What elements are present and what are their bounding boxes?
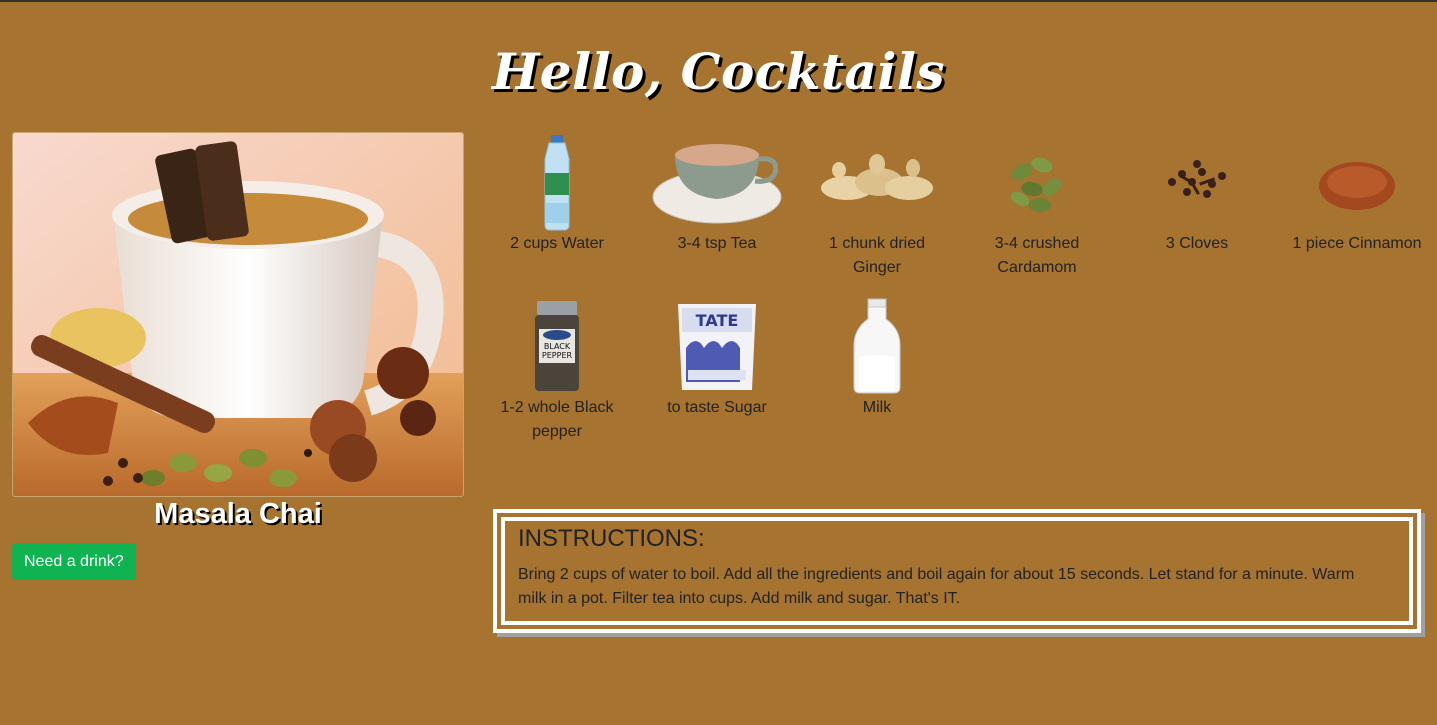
sugar-box-icon: TATE <box>637 296 797 396</box>
tea-cup-icon <box>637 132 797 232</box>
ingredient-item: 3 Cloves <box>1117 132 1277 256</box>
ingredient-label: 1 piece Cinnamon <box>1292 235 1422 252</box>
ingredient-item: 3-4 tsp Tea <box>637 132 797 256</box>
svg-text:PEPPER: PEPPER <box>542 351 573 360</box>
instructions-panel: INSTRUCTIONS: Bring 2 cups of water to b… <box>493 509 1425 637</box>
ingredient-item: 1 piece Cinnamon <box>1277 132 1437 256</box>
ingredient-label: 3-4 crushed Cardamom <box>994 235 1080 276</box>
ingredient-label: 2 cups Water <box>510 235 604 252</box>
page-title: Hello, Cocktails <box>491 41 946 101</box>
ingredient-label: Milk <box>862 399 892 416</box>
ginger-icon <box>797 132 957 232</box>
ingredient-item: 1 chunk dried Ginger <box>797 132 957 280</box>
ingredient-label: 1 chunk dried Ginger <box>828 235 926 276</box>
cinnamon-icon <box>1277 132 1437 232</box>
water-bottle-icon <box>477 132 637 232</box>
instructions-text: Bring 2 cups of water to boil. Add all t… <box>518 566 1355 607</box>
cardamom-icon <box>957 132 1117 232</box>
ingredient-item: TATE to taste Sugar <box>637 296 797 420</box>
ingredient-item: 2 cups Water <box>477 132 637 256</box>
drink-name: Masala Chai <box>154 498 322 530</box>
drink-photo <box>12 132 464 497</box>
svg-text:TATE: TATE <box>696 311 739 330</box>
ingredient-item: BLACK PEPPER 1-2 whole Black pepper <box>477 296 637 444</box>
ingredient-item: Milk <box>797 296 957 420</box>
ingredient-label: 3-4 tsp Tea <box>677 235 757 252</box>
milk-bottle-icon <box>797 296 957 396</box>
ingredient-label: 3 Cloves <box>1165 235 1229 252</box>
svg-text:BLACK: BLACK <box>544 342 571 351</box>
cloves-icon <box>1117 132 1277 232</box>
need-a-drink-button[interactable]: Need a drink? <box>12 543 136 580</box>
instructions-heading: INSTRUCTIONS: <box>518 525 705 552</box>
pepper-jar-icon: BLACK PEPPER <box>477 296 637 396</box>
ingredient-label: 1-2 whole Black pepper <box>500 399 614 440</box>
ingredient-item: 3-4 crushed Cardamom <box>957 132 1117 280</box>
ingredient-label: to taste Sugar <box>667 399 767 416</box>
